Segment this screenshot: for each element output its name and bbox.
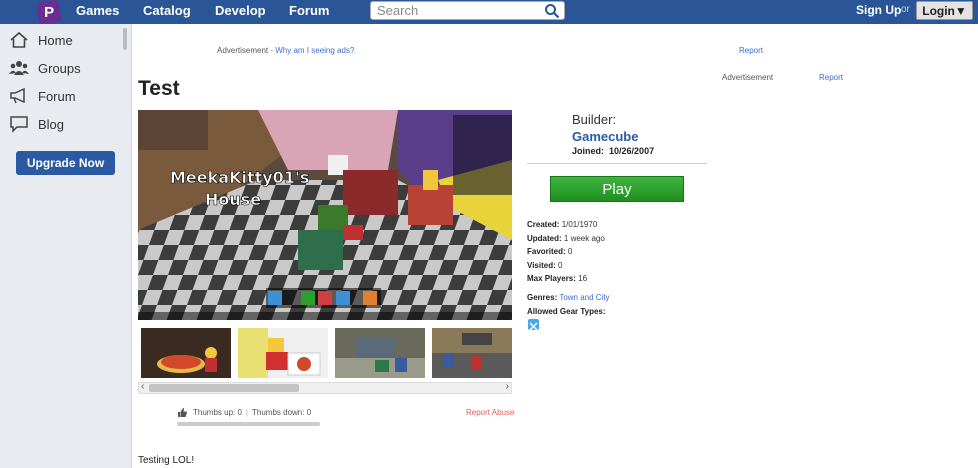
sidebar-item-home[interactable]: Home <box>9 30 73 50</box>
stat-visited: Visited: 0 <box>527 261 562 270</box>
game-scene-image: MeekaKitty01's House <box>138 110 512 320</box>
upgrade-now-button[interactable]: Upgrade Now <box>16 151 115 175</box>
nav-link-develop[interactable]: Develop <box>215 3 266 18</box>
builder-name-link[interactable]: Gamecube <box>572 129 638 144</box>
vote-separator: | <box>245 408 248 417</box>
speech-bubble-icon <box>10 116 28 133</box>
stat-label: Genres: <box>527 293 558 302</box>
sidebar-item-label: Forum <box>38 88 76 104</box>
thumbnail-scrollbar[interactable]: ‹ › <box>138 381 512 394</box>
top-ad-label: Advertisement - Why am I seeing ads? <box>217 46 354 55</box>
search-icon[interactable] <box>544 3 560 19</box>
sidebar-item-groups[interactable]: Groups <box>9 58 81 78</box>
nav-link-games[interactable]: Games <box>76 3 119 18</box>
screenshot-caption-line1: MeekaKitty01's <box>170 168 309 187</box>
builder-joined: Joined: 10/26/2007 <box>572 146 654 156</box>
stat-genres: Genres: Town and City <box>527 293 610 302</box>
thumbnail-1[interactable] <box>141 328 231 378</box>
nav-link-forum[interactable]: Forum <box>289 3 329 18</box>
stat-gear-types: Allowed Gear Types: <box>527 307 606 316</box>
builder-label: Builder: <box>572 112 617 127</box>
stat-label: Allowed Gear Types: <box>527 307 606 316</box>
stat-created: Created: 1/01/1970 <box>527 220 597 229</box>
stat-max-players: Max Players: 16 <box>527 274 587 283</box>
side-ad-report-link[interactable]: Report <box>819 73 843 82</box>
ad-prefix: Advertisement - <box>217 46 276 55</box>
stat-label: Favorited: <box>527 247 566 256</box>
scroll-left-icon[interactable]: ‹ <box>141 381 144 392</box>
side-ad-label: Advertisement <box>722 73 774 82</box>
login-button[interactable]: Login▼ <box>916 1 973 20</box>
stat-label: Visited: <box>527 261 556 270</box>
sidebar-item-forum[interactable]: Forum <box>9 86 76 106</box>
genre-link[interactable]: Town and City <box>559 293 609 302</box>
site-logo[interactable]: P <box>36 0 62 25</box>
screenshot-thumbnails <box>138 324 512 382</box>
sidebar-scrollbar[interactable] <box>123 28 127 50</box>
stat-value: 0 <box>557 261 563 270</box>
home-icon <box>10 31 28 48</box>
vote-summary: Thumbs up: 0 | Thumbs down: 0 <box>177 408 311 417</box>
scrollbar-thumb[interactable] <box>149 384 299 392</box>
stat-value: 16 <box>578 274 588 283</box>
sidebar-item-label: Home <box>38 32 73 48</box>
thumbnail-4[interactable] <box>432 328 512 378</box>
nav-link-catalog[interactable]: Catalog <box>143 3 191 18</box>
game-description: Testing LOL! <box>138 455 195 466</box>
gear-type-icon[interactable] <box>528 319 539 331</box>
logo-letter: P <box>43 3 55 21</box>
thumbs-up-icon[interactable] <box>177 408 187 417</box>
stat-value: 1 week ago <box>563 234 605 243</box>
vote-ratio-bar <box>177 422 320 426</box>
search-input[interactable] <box>371 2 536 19</box>
thumbnail-2[interactable] <box>238 328 328 378</box>
stat-value: 1/01/1970 <box>561 220 598 229</box>
game-title: Test <box>138 77 180 100</box>
why-ads-link[interactable]: Why am I seeing ads? <box>275 46 354 55</box>
play-button[interactable]: Play <box>550 176 684 202</box>
stat-favorited: Favorited: 0 <box>527 247 572 256</box>
thumbs-up-count: Thumbs up: 0 <box>193 408 242 417</box>
top-ad-report-link[interactable]: Report <box>739 46 763 55</box>
sidebar: Home Groups Forum Blog Upgrade Now <box>0 24 132 468</box>
thumbs-down-count: Thumbs down: 0 <box>252 408 312 417</box>
stat-value: 0 <box>567 247 573 256</box>
sidebar-item-blog[interactable]: Blog <box>9 114 64 134</box>
or-text: or <box>901 4 910 15</box>
scroll-right-icon[interactable]: › <box>506 381 509 392</box>
joined-label: Joined: <box>572 146 605 156</box>
sidebar-item-label: Groups <box>38 60 81 76</box>
report-abuse-link[interactable]: Report Abuse <box>466 408 514 417</box>
thumbnail-3[interactable] <box>335 328 425 378</box>
joined-date: 10/26/2007 <box>609 146 655 156</box>
top-nav-bar: P Games Catalog Develop Forum Sign Up or… <box>0 0 978 25</box>
divider <box>527 163 707 164</box>
screenshot-caption-line2: House <box>205 190 261 209</box>
stat-label: Created: <box>527 220 560 229</box>
stat-updated: Updated: 1 week ago <box>527 234 605 243</box>
game-screenshot[interactable]: MeekaKitty01's House <box>138 110 512 320</box>
megaphone-icon <box>10 87 25 104</box>
search-box <box>370 1 565 20</box>
sign-up-link[interactable]: Sign Up <box>856 3 901 17</box>
stat-label: Max Players: <box>527 274 576 283</box>
groups-icon <box>9 61 29 75</box>
stat-label: Updated: <box>527 234 562 243</box>
sidebar-item-label: Blog <box>38 116 65 132</box>
